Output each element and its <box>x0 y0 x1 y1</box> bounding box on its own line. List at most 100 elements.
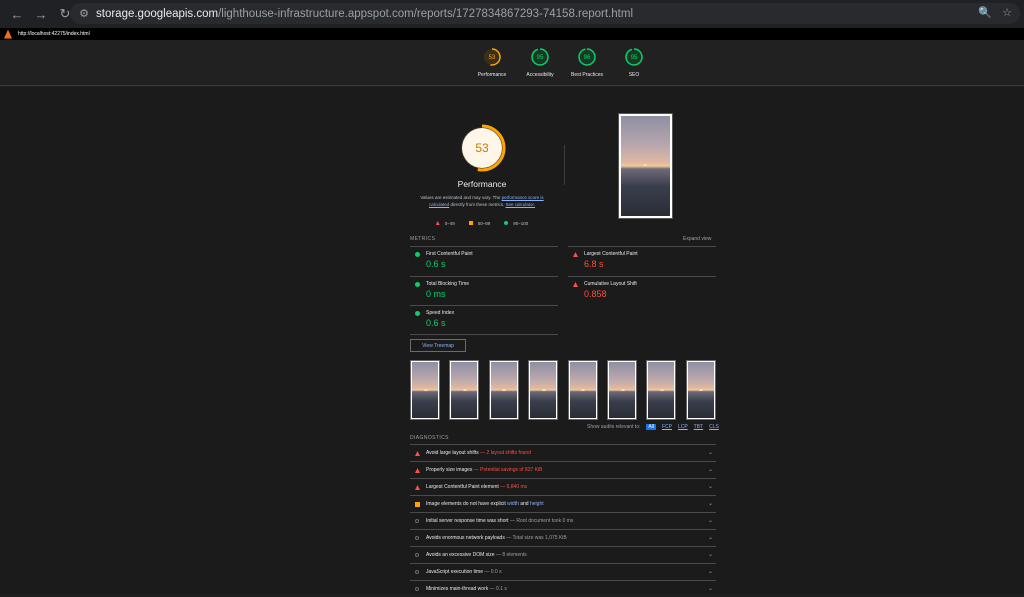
gauge-score-accessibility: 95 <box>537 55 544 61</box>
filmstrip-frame[interactable] <box>685 360 716 420</box>
audit-row[interactable]: Avoid large layout shifts — 2 layout shi… <box>410 444 716 461</box>
site-info-icon[interactable]: ⚙ <box>74 7 94 20</box>
audit-display-value: — 8 elements <box>495 552 527 558</box>
filmstrip-frame[interactable] <box>410 360 440 420</box>
audit-display-value: — Total size was 1,075 KiB <box>506 535 567 541</box>
chevron-down-icon[interactable]: ⌄ <box>708 551 713 558</box>
metric-title: Largest Contentful Paint <box>584 251 638 257</box>
filter-chip-cls[interactable]: CLS <box>709 424 719 430</box>
hero-divider <box>564 145 565 185</box>
metric-value: 0.6 s <box>426 259 446 269</box>
tested-page-url: http://localhost:42275/index.html <box>18 31 90 37</box>
sunset-photo <box>648 362 675 418</box>
final-screenshot[interactable] <box>618 113 673 219</box>
audit-row[interactable]: Minimizes main-thread work — 0.1 s ⌄ <box>410 580 716 597</box>
fail-triangle-icon <box>415 485 420 490</box>
metric-value: 0 ms <box>426 289 446 299</box>
filmstrip <box>410 360 716 420</box>
info-circle-icon <box>415 587 419 591</box>
filmstrip-frame[interactable] <box>646 360 677 420</box>
chevron-down-icon[interactable]: ⌄ <box>708 568 713 575</box>
performance-hero: 53 Performance Values are estimated and … <box>410 123 554 226</box>
audit-row[interactable]: Initial server response time was short —… <box>410 512 716 529</box>
address-url[interactable]: storage.googleapis.com/lighthouse-infras… <box>96 8 633 20</box>
forward-icon[interactable]: → <box>30 3 52 25</box>
sunset-photo <box>569 362 596 418</box>
average-square-icon <box>415 502 420 507</box>
audit-title: JavaScript execution time <box>426 569 483 575</box>
audit-display-value: — 0.0 s <box>484 569 502 575</box>
audit-display-value: — 6,840 ms <box>500 484 528 490</box>
performance-gauge[interactable]: 53 <box>457 123 507 173</box>
fail-triangle-icon <box>415 451 420 456</box>
audit-row[interactable]: Properly size images — Potential savings… <box>410 461 716 478</box>
filmstrip-frame[interactable] <box>449 360 480 420</box>
filter-chip-fcp[interactable]: FCP <box>662 424 672 430</box>
pass-circle-icon <box>415 252 420 257</box>
sunset-photo <box>530 362 557 418</box>
sunset-photo <box>451 362 478 418</box>
pass-circle-icon <box>504 221 509 225</box>
audit-row[interactable]: JavaScript execution time — 0.0 s ⌄ <box>410 563 716 580</box>
filmstrip-frame[interactable] <box>528 360 559 420</box>
metric-title: First Contentful Paint <box>426 251 473 257</box>
info-circle-icon <box>415 536 419 540</box>
chevron-down-icon[interactable]: ⌄ <box>708 534 713 541</box>
audit-row[interactable]: Largest Contentful Paint element — 6,840… <box>410 478 716 495</box>
chevron-down-icon[interactable]: ⌄ <box>708 517 713 524</box>
gauge-seo[interactable]: 95 SEO <box>604 46 664 78</box>
gauge-score-best-practices: 96 <box>584 55 591 61</box>
metric-title: Speed Index <box>426 310 455 316</box>
audit-row[interactable]: Avoids enormous network payloads — Total… <box>410 529 716 546</box>
sunset-photo <box>687 362 714 418</box>
chevron-down-icon[interactable]: ⌄ <box>708 585 713 592</box>
audit-title: Avoid large layout shifts <box>426 450 479 456</box>
audit-display-value: — Potential savings of 837 KiB <box>473 467 543 473</box>
audit-filter: Show audits relevant to: All FCP LCP TBT… <box>587 424 719 430</box>
filmstrip-frame[interactable] <box>607 360 637 420</box>
audit-code: width <box>507 501 519 507</box>
metric-cls: Cumulative Layout Shift 0.858 <box>568 276 716 306</box>
gauge-score-performance: 53 <box>489 55 496 61</box>
filmstrip-frame[interactable] <box>567 360 598 420</box>
audit-title: Image elements do not have explicit <box>426 501 506 507</box>
metric-si: Speed Index 0.6 s <box>410 305 558 335</box>
audit-title: Properly size images <box>426 467 473 473</box>
filmstrip-frame[interactable] <box>488 360 519 420</box>
address-bar[interactable]: ⚙ storage.googleapis.com/lighthouse-infr… <box>70 3 1020 24</box>
performance-score: 53 <box>475 141 489 155</box>
audit-row[interactable]: Avoids an excessive DOM size — 8 element… <box>410 546 716 563</box>
chevron-down-icon[interactable]: ⌄ <box>708 449 713 456</box>
filter-chip-lcp[interactable]: LCP <box>678 424 688 430</box>
back-icon[interactable]: ← <box>6 3 28 25</box>
view-treemap-button[interactable]: View Treemap <box>410 339 466 352</box>
lighthouse-logo-icon <box>4 29 12 39</box>
average-square-icon <box>468 221 473 225</box>
metrics-divider <box>410 334 558 335</box>
audit-title: Minimizes main-thread work <box>426 586 489 592</box>
score-header: 53 Performance 95 Accessibility 96 Best Pract… <box>0 40 1024 86</box>
chevron-down-icon[interactable]: ⌄ <box>708 466 713 473</box>
metric-lcp: Largest Contentful Paint 6.8 s <box>568 246 716 276</box>
filter-chip-all[interactable]: All <box>646 424 656 430</box>
see-calculator-link[interactable]: See calculator. <box>506 202 536 207</box>
gauge-label-seo: SEO <box>628 72 640 78</box>
audit-code: height <box>529 501 544 507</box>
sunset-photo <box>609 362 635 418</box>
score-legend: 0–49 50–89 90–100 <box>410 221 554 226</box>
fail-triangle-icon <box>573 282 578 287</box>
pass-circle-icon <box>415 311 420 316</box>
audit-row[interactable]: Image elements do not have explicit widt… <box>410 495 716 512</box>
zoom-icon[interactable]: 🔍 <box>978 6 992 19</box>
chevron-down-icon[interactable]: ⌄ <box>708 483 713 490</box>
sunset-photo <box>490 362 517 418</box>
metric-value: 0.858 <box>584 289 607 299</box>
audit-title: Largest Contentful Paint element <box>426 484 499 490</box>
audit-display-value: — 2 layout shifts found <box>480 450 531 456</box>
audit-title: Avoids an excessive DOM size <box>426 552 495 558</box>
fail-triangle-icon <box>573 252 578 257</box>
bookmark-star-icon[interactable]: ☆ <box>1002 6 1012 19</box>
chevron-down-icon[interactable]: ⌄ <box>708 500 713 507</box>
expand-view-toggle[interactable]: Expand view <box>683 236 711 242</box>
filter-chip-tbt[interactable]: TBT <box>694 424 703 430</box>
